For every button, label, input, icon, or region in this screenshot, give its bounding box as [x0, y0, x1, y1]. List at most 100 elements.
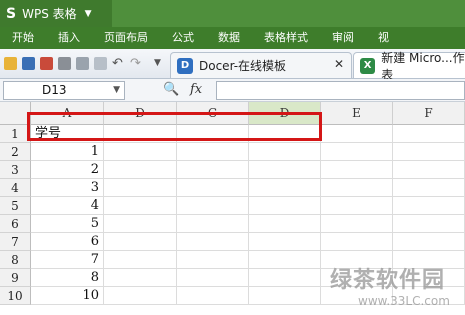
watermark-url: www.33LC.com — [358, 294, 450, 308]
table-cell[interactable] — [177, 251, 249, 269]
table-cell[interactable] — [177, 233, 249, 251]
table-cell[interactable] — [393, 215, 465, 233]
row-header[interactable]: 4 — [0, 179, 31, 197]
row-header[interactable]: 5 — [0, 197, 31, 215]
wps-spreadsheet-window: S WPS 表格 ▼ 开始 插入 页面布局 公式 数据 表格样式 审阅 视 ↶ … — [0, 0, 465, 315]
annotation-highlight-box — [27, 112, 322, 141]
spreadsheet-icon: X — [360, 57, 376, 74]
table-cell[interactable] — [393, 125, 465, 143]
doc-tab-label: 新建 Micro...作表 — [381, 50, 465, 82]
table-cell[interactable] — [321, 215, 393, 233]
table-cell[interactable] — [393, 179, 465, 197]
row-header[interactable]: 10 — [0, 287, 31, 305]
table-cell[interactable] — [104, 287, 177, 305]
table-cell[interactable] — [321, 125, 393, 143]
table-cell[interactable] — [393, 161, 465, 179]
print-preview-icon[interactable] — [76, 57, 89, 70]
tab-page-layout[interactable]: 页面布局 — [92, 27, 160, 49]
close-icon[interactable]: ✕ — [334, 57, 344, 71]
wps-logo: S — [6, 5, 17, 22]
table-cell[interactable]: 2 — [31, 161, 104, 179]
doc-tab-docer[interactable]: D Docer-在线模板 — [170, 52, 352, 78]
table-cell[interactable]: 4 — [31, 197, 104, 215]
table-cell[interactable]: 10 — [31, 287, 104, 305]
table-cell[interactable]: 1 — [31, 143, 104, 161]
more-dropdown-icon[interactable]: ▼ — [154, 57, 167, 70]
table-cell[interactable] — [177, 179, 249, 197]
open-folder-icon[interactable] — [4, 57, 17, 70]
row-header[interactable]: 7 — [0, 233, 31, 251]
column-header-e[interactable]: E — [321, 102, 393, 125]
tab-view[interactable]: 视 — [366, 27, 401, 49]
table-cell[interactable] — [321, 197, 393, 215]
table-cell[interactable] — [104, 251, 177, 269]
table-cell[interactable] — [249, 215, 321, 233]
watermark: 绿茶软件园 www.33LC.com — [300, 262, 465, 315]
table-cell[interactable] — [177, 287, 249, 305]
table-cell[interactable] — [104, 197, 177, 215]
tab-review[interactable]: 审阅 — [320, 27, 366, 49]
row-header[interactable]: 9 — [0, 269, 31, 287]
table-cell[interactable] — [177, 269, 249, 287]
table-cell[interactable] — [177, 143, 249, 161]
table-cell[interactable] — [177, 215, 249, 233]
table-cell[interactable]: 6 — [31, 233, 104, 251]
title-bar: S WPS 表格 ▼ — [0, 0, 465, 27]
tab-formulas[interactable]: 公式 — [160, 27, 206, 49]
app-menu-button[interactable]: S WPS 表格 ▼ — [0, 0, 112, 27]
row-header[interactable]: 3 — [0, 161, 31, 179]
zoom-icon[interactable]: 🔍 — [163, 82, 179, 97]
table-cell[interactable]: 3 — [31, 179, 104, 197]
table-cell[interactable]: 5 — [31, 215, 104, 233]
table-cell[interactable] — [321, 179, 393, 197]
doc-tab-workbook[interactable]: X 新建 Micro...作表 — [353, 51, 465, 82]
name-box[interactable]: D13 ▼ — [3, 81, 125, 100]
chevron-down-icon: ▼ — [84, 8, 92, 19]
pdf-export-icon[interactable] — [40, 57, 53, 70]
table-cell[interactable] — [104, 269, 177, 287]
table-cell[interactable] — [249, 179, 321, 197]
quick-access-toolbar: ↶ ↷ ▼ D Docer-在线模板 ✕ X 新建 Micro...作表 — [0, 49, 465, 82]
table-cell[interactable] — [321, 161, 393, 179]
table-cell[interactable] — [321, 143, 393, 161]
table-cell[interactable] — [177, 161, 249, 179]
table-cell[interactable] — [393, 143, 465, 161]
print-icon[interactable] — [58, 57, 71, 70]
docer-icon: D — [177, 57, 193, 74]
tab-start[interactable]: 开始 — [0, 27, 46, 49]
table-cell[interactable] — [249, 143, 321, 161]
name-box-value: D13 — [42, 83, 67, 97]
table-cell[interactable] — [177, 197, 249, 215]
formula-bar: D13 ▼ 🔍 fx — [0, 79, 465, 102]
table-cell[interactable] — [104, 143, 177, 161]
table-cell[interactable] — [321, 233, 393, 251]
row-header[interactable]: 8 — [0, 251, 31, 269]
row-header[interactable]: 2 — [0, 143, 31, 161]
tab-table-style[interactable]: 表格样式 — [252, 27, 320, 49]
table-cell[interactable] — [393, 233, 465, 251]
chevron-down-icon[interactable]: ▼ — [113, 82, 120, 99]
table-cell[interactable] — [104, 215, 177, 233]
format-painter-icon[interactable] — [94, 57, 107, 70]
table-cell[interactable] — [393, 197, 465, 215]
tab-insert[interactable]: 插入 — [46, 27, 92, 49]
table-cell[interactable]: 7 — [31, 251, 104, 269]
table-cell[interactable] — [249, 161, 321, 179]
doc-tab-label: Docer-在线模板 — [199, 59, 287, 73]
row-header[interactable]: 6 — [0, 215, 31, 233]
formula-input[interactable] — [216, 81, 465, 100]
table-cell[interactable] — [249, 197, 321, 215]
column-header-f[interactable]: F — [393, 102, 465, 125]
table-cell[interactable] — [249, 233, 321, 251]
undo-icon[interactable]: ↶ — [112, 57, 125, 70]
tab-data[interactable]: 数据 — [206, 27, 252, 49]
app-title: WPS 表格 — [22, 7, 77, 21]
save-icon[interactable] — [22, 57, 35, 70]
table-cell[interactable] — [104, 233, 177, 251]
watermark-name: 绿茶软件园 — [330, 268, 446, 293]
table-cell[interactable] — [104, 161, 177, 179]
table-cell[interactable] — [104, 179, 177, 197]
insert-function-button[interactable]: fx — [190, 82, 202, 97]
redo-icon[interactable]: ↷ — [130, 57, 143, 70]
table-cell[interactable]: 8 — [31, 269, 104, 287]
